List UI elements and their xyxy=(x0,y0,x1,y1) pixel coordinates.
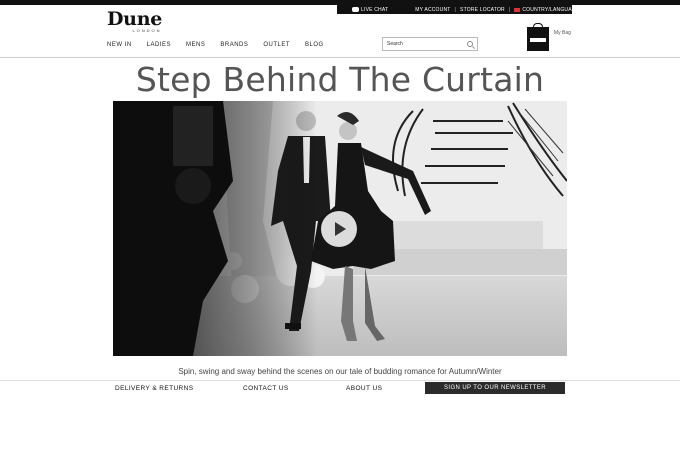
search-icon[interactable] xyxy=(467,41,473,47)
store-locator-link[interactable]: STORE LOCATOR xyxy=(460,7,505,13)
divider: | xyxy=(508,6,511,13)
logo-wordmark: Dune xyxy=(107,8,162,30)
divider: | xyxy=(454,6,457,13)
video-player[interactable] xyxy=(113,101,567,356)
bag-logo-tag xyxy=(530,38,546,42)
delivery-returns-link[interactable]: DELIVERY & RETURNS xyxy=(115,385,193,392)
page-title: Step Behind The Curtain xyxy=(135,60,545,99)
utility-bar: LIVE CHAT MY ACCOUNT | STORE LOCATOR | C… xyxy=(337,5,579,14)
uk-flag-icon xyxy=(514,7,521,12)
chat-bubble-icon xyxy=(352,7,359,12)
newsletter-signup-button[interactable]: SIGN UP TO OUR NEWSLETTER xyxy=(425,382,565,394)
live-chat-label: LIVE CHAT xyxy=(361,6,389,13)
my-bag-link[interactable]: My Bag xyxy=(554,30,571,36)
contact-us-link[interactable]: CONTACT US xyxy=(243,385,289,392)
shopping-bag-icon[interactable] xyxy=(527,23,549,51)
my-account-link[interactable]: MY ACCOUNT xyxy=(415,7,450,13)
search-placeholder: Search xyxy=(387,41,403,47)
main-nav: NEW IN LADIES MENS BRANDS OUTLET BLOG xyxy=(107,42,339,48)
header-divider xyxy=(0,57,680,58)
live-chat-link[interactable]: LIVE CHAT xyxy=(337,7,388,13)
nav-item-mens[interactable]: MENS xyxy=(186,42,205,48)
video-caption: Spin, swing and sway behind the scenes o… xyxy=(178,367,502,376)
search-input[interactable]: Search xyxy=(382,37,478,51)
nav-item-ladies[interactable]: LADIES xyxy=(147,42,171,48)
nav-item-new-in[interactable]: NEW IN xyxy=(107,42,132,48)
nav-item-outlet[interactable]: OUTLET xyxy=(263,42,290,48)
about-us-link[interactable]: ABOUT US xyxy=(346,385,382,392)
play-button[interactable] xyxy=(321,211,357,247)
dune-logo[interactable]: Dune LONDON xyxy=(107,9,181,33)
nav-item-blog[interactable]: BLOG xyxy=(305,42,324,48)
country-language-label: COUNTRY/LANGUAGE xyxy=(522,6,580,13)
nav-item-brands[interactable]: BRANDS xyxy=(220,42,248,48)
footer-bar: DELIVERY & RETURNS CONTACT US ABOUT US S… xyxy=(0,381,680,395)
country-language-link[interactable]: COUNTRY/LANGUAGE xyxy=(514,7,579,13)
